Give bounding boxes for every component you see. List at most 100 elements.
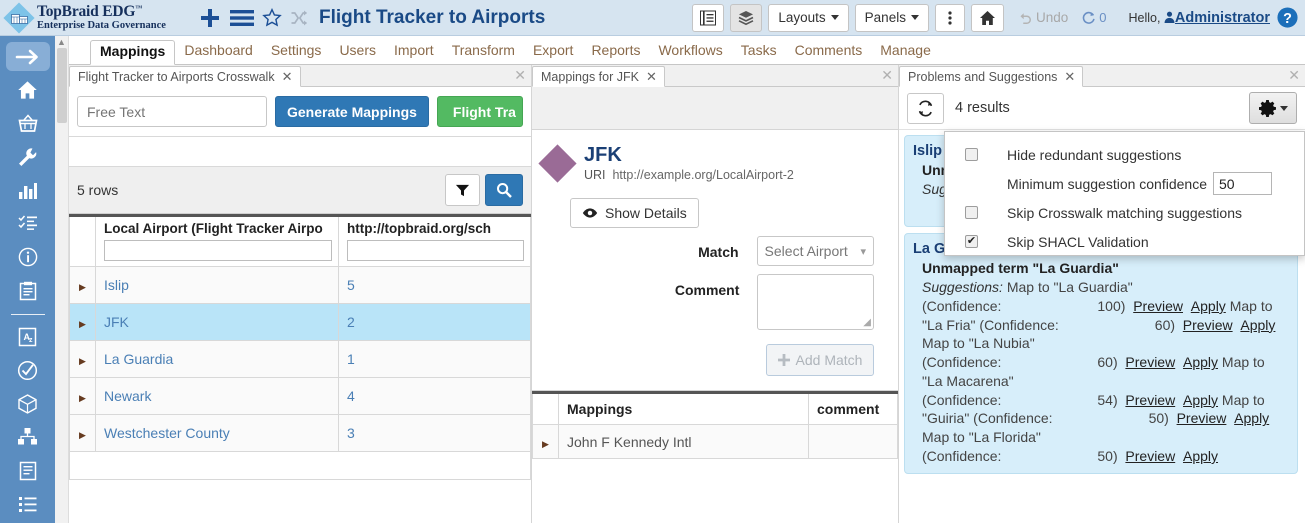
preview-link[interactable]: Preview [1177,410,1227,426]
close-panel-icon[interactable]: ✕ [1288,67,1300,84]
home-button[interactable] [970,3,1004,32]
preview-link[interactable]: Preview [1183,317,1233,333]
cell-local-airport[interactable]: Newark [95,377,339,415]
preview-link[interactable]: Preview [1125,448,1175,464]
show-details-button[interactable]: Show Details [570,198,699,228]
row-expander[interactable]: ▶ [69,377,96,415]
column-header-topbraid[interactable]: http://topbraid.org/sch [338,214,531,267]
panels-dropdown[interactable]: Panels [854,3,929,32]
plus-icon[interactable] [198,6,222,30]
cell-local-airport[interactable]: Islip [95,266,339,304]
sidebar-item-tasklist[interactable] [8,209,48,238]
close-icon[interactable]: ✕ [282,69,293,85]
tab-comments[interactable]: Comments [786,40,872,64]
tab-tasks[interactable]: Tasks [732,40,786,64]
tab-users[interactable]: Users [330,40,385,64]
column-filter-local-airport[interactable] [104,240,332,261]
star-favorite-icon[interactable] [262,7,282,28]
cell-value[interactable]: 3 [338,414,531,452]
preview-link[interactable]: Preview [1133,298,1183,314]
scroll-thumb[interactable] [57,48,67,123]
min-confidence-input[interactable] [1213,172,1272,195]
sidebar-item-clipboard[interactable] [8,276,48,305]
tab-export[interactable]: Export [524,40,582,64]
sidebar-item-home[interactable] [8,75,48,104]
apply-link[interactable]: Apply [1240,317,1275,333]
skip-crosswalk-checkbox[interactable] [965,206,978,219]
cell-value[interactable]: 2 [338,303,531,341]
close-panel-icon[interactable]: ✕ [514,67,526,84]
menu-item-hide-redundant[interactable]: Hide redundant suggestions [945,140,1304,169]
apply-link[interactable]: Apply [1183,392,1218,408]
brand-logo[interactable]: TopBraid EDG™ Enterprise Data Governance [0,1,190,34]
apply-link[interactable]: Apply [1191,298,1226,314]
tab-mappings[interactable]: Mappings [90,40,176,65]
tab-settings[interactable]: Settings [262,40,331,64]
skip-shacl-checkbox[interactable]: ✔ [965,235,978,248]
hide-redundant-checkbox[interactable] [965,148,978,161]
tab-manage[interactable]: Manage [871,40,940,64]
more-options-button[interactable] [934,3,965,32]
menu-item-skip-crosswalk[interactable]: Skip Crosswalk matching suggestions [945,198,1304,227]
row-expander[interactable]: ▶ [69,303,96,341]
tab-crosswalk[interactable]: Flight Tracker to Airports Crosswalk ✕ [69,66,301,87]
row-expander[interactable]: ▶ [532,424,559,459]
cell-comment[interactable] [808,424,898,459]
apply-link[interactable]: Apply [1183,354,1218,370]
column-filter-topbraid[interactable] [347,240,524,261]
page-scrollbar[interactable]: ▲ [55,36,69,523]
flight-tracker-button[interactable]: Flight Tra [436,96,523,127]
tab-dashboard[interactable]: Dashboard [175,40,262,64]
table-row[interactable]: ▶ Newark 4 [69,377,531,415]
column-header-comment[interactable]: comment [808,391,898,425]
tab-mappings-for-jfk[interactable]: Mappings for JFK ✕ [532,66,665,87]
table-row[interactable]: ▶ La Guardia 1 [69,340,531,378]
settings-gear-button[interactable] [1249,92,1297,124]
close-icon[interactable]: ✕ [646,69,657,85]
cell-value[interactable]: 5 [338,266,531,304]
sidebar-item-info[interactable] [8,243,48,272]
refresh-button[interactable] [907,92,944,124]
table-row[interactable]: ▶ Islip 5 [69,266,531,304]
sidebar-item-network[interactable] [8,423,48,452]
suggestion-card[interactable]: La Guardia (crosswalk:closeMatch) Unmapp… [904,233,1298,474]
preview-link[interactable]: Preview [1125,354,1175,370]
sidebar-item-glossary[interactable]: Az [8,322,48,351]
tab-import[interactable]: Import [385,40,443,64]
match-select[interactable]: Select Airport ▾ [756,236,874,266]
close-icon[interactable]: ✕ [1064,69,1075,85]
help-icon[interactable]: ? [1276,6,1299,29]
cell-local-airport[interactable]: Westchester County [95,414,339,452]
shuffle-icon[interactable] [289,8,309,28]
comment-textarea[interactable]: ◢ [757,274,874,330]
administrator-link[interactable]: Administrator [1175,10,1270,26]
preview-link[interactable]: Preview [1125,392,1175,408]
hamburger-menu-icon[interactable] [229,7,255,29]
sidebar-item-reports[interactable] [8,176,48,205]
cell-local-airport[interactable]: JFK [95,303,339,341]
undo-button[interactable]: Undo [1010,4,1076,32]
column-header-mappings[interactable]: Mappings [558,391,809,425]
menu-item-skip-shacl[interactable]: ✔ Skip SHACL Validation [945,227,1304,256]
sidebar-item-basket[interactable] [8,109,48,138]
toggle-left-panel-button[interactable] [692,3,725,32]
resize-grip-icon[interactable]: ◢ [863,317,871,328]
cell-local-airport[interactable]: La Guardia [95,340,339,378]
row-expander[interactable]: ▶ [69,340,96,378]
tab-transform[interactable]: Transform [443,40,524,64]
apply-link[interactable]: Apply [1234,410,1269,426]
generate-mappings-button[interactable]: Generate Mappings [275,96,429,127]
search-input[interactable] [77,96,267,127]
table-row[interactable]: ▶ Westchester County 3 [69,414,531,452]
sidebar-item-list[interactable] [8,490,48,519]
sidebar-item-collapse[interactable] [5,42,50,72]
cell-value[interactable]: 1 [338,340,531,378]
row-expander[interactable]: ▶ [69,266,96,304]
tab-workflows[interactable]: Workflows [649,40,731,64]
close-panel-icon[interactable]: ✕ [881,67,893,84]
column-header-local-airport[interactable]: Local Airport (Flight Tracker Airpo [95,214,339,267]
layers-button[interactable] [730,3,763,32]
sidebar-item-validation[interactable] [8,356,48,385]
layouts-dropdown[interactable]: Layouts [768,3,849,32]
sidebar-item-cube[interactable] [8,389,48,418]
